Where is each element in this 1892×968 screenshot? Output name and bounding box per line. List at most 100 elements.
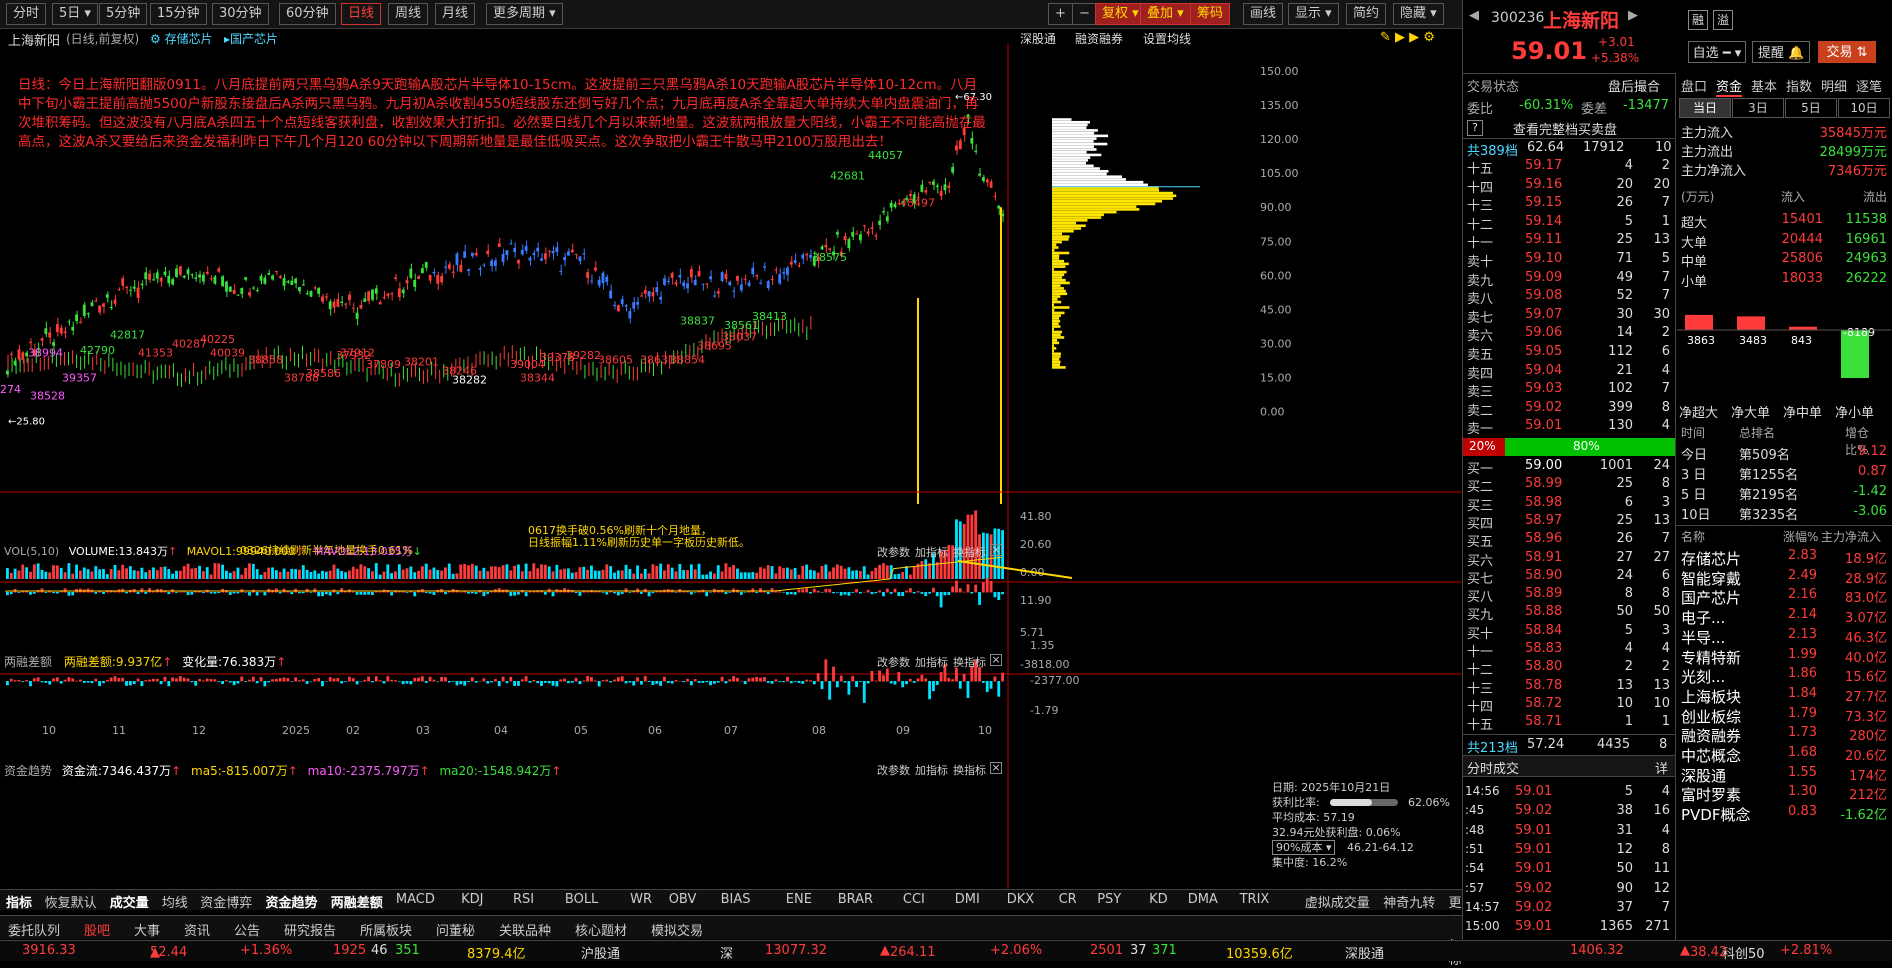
indicator-tab-18[interactable]: DKX bbox=[1007, 892, 1034, 907]
panel-btn-1-0[interactable]: 改参数 bbox=[877, 654, 910, 670]
ask-row[interactable]: 十一 59.11 25 13 bbox=[1463, 232, 1675, 251]
bid-row[interactable]: 十三 58.78 13 13 bbox=[1463, 678, 1675, 697]
period-tab-2[interactable]: 5日 bbox=[1785, 98, 1837, 118]
period-tab-8[interactable]: 月线 bbox=[435, 3, 476, 25]
ask-row[interactable]: 卖七 59.07 30 30 bbox=[1463, 307, 1675, 326]
fund-tab-4[interactable]: 明细 bbox=[1821, 76, 1847, 95]
sector-name[interactable]: 专精特新 bbox=[1681, 647, 1741, 668]
info-tab-7[interactable]: 问董秘 bbox=[436, 920, 475, 939]
period-tab-0[interactable]: 当日 bbox=[1679, 98, 1731, 118]
period-tab-5[interactable]: 60分钟 bbox=[279, 3, 336, 25]
bid-row[interactable]: 买八 58.89 8 8 bbox=[1463, 586, 1675, 605]
chip-cost-select[interactable]: 90%成本 ▾ bbox=[1272, 840, 1336, 855]
fund-tab-5[interactable]: 逐笔 bbox=[1856, 76, 1882, 95]
period-tab-1[interactable]: 5日 ▾ bbox=[52, 3, 98, 25]
indicator-tab-17[interactable]: DMI bbox=[955, 892, 980, 907]
close-icon[interactable]: × bbox=[990, 762, 1002, 774]
trade-button[interactable]: 交易 ⇅ bbox=[1818, 41, 1876, 63]
toolbar-btn-2[interactable]: 复权 ▾ bbox=[1095, 3, 1146, 25]
ask-row[interactable]: 十三 59.15 26 7 bbox=[1463, 195, 1675, 214]
sector-name[interactable]: 存储芯片 bbox=[1681, 548, 1741, 569]
indicator-tab-20[interactable]: PSY bbox=[1097, 892, 1121, 907]
bid-row[interactable]: 买四 58.97 25 13 bbox=[1463, 513, 1675, 532]
ask-row[interactable]: 卖九 59.09 49 7 bbox=[1463, 270, 1675, 289]
toolbar-btn-8[interactable]: 隐藏 ▾ bbox=[1393, 3, 1444, 25]
indicator-tab-1[interactable]: 恢复默认 bbox=[45, 892, 97, 911]
toolbar-btn-4[interactable]: 筹码 bbox=[1190, 3, 1231, 25]
bid-row[interactable]: 买九 58.88 50 50 bbox=[1463, 604, 1675, 623]
sector-name[interactable]: 创业板综 bbox=[1681, 706, 1741, 727]
bid-row[interactable]: 买三 58.98 6 3 bbox=[1463, 495, 1675, 514]
indicator-tab-19[interactable]: CR bbox=[1059, 892, 1077, 907]
info-tab-3[interactable]: 资讯 bbox=[184, 920, 210, 939]
sector-name[interactable]: PVDF概念 bbox=[1681, 804, 1751, 825]
indicator-tab-25[interactable]: 神奇九转 bbox=[1383, 892, 1435, 911]
info-tab-5[interactable]: 研究报告 bbox=[284, 920, 336, 939]
info-tab-2[interactable]: 大事 bbox=[134, 920, 160, 939]
ask-row[interactable]: 卖二 59.02 399 8 bbox=[1463, 400, 1675, 419]
indicator-tab-9[interactable]: RSI bbox=[513, 892, 534, 907]
period-tab-4[interactable]: 30分钟 bbox=[212, 3, 269, 25]
indicator-tab-7[interactable]: MACD bbox=[396, 892, 435, 907]
indicator-tab-23[interactable]: TRIX bbox=[1240, 892, 1270, 907]
bid-row[interactable]: 买六 58.91 27 27 bbox=[1463, 550, 1675, 569]
fund-tab-2[interactable]: 基本 bbox=[1751, 76, 1777, 95]
info-tab-10[interactable]: 模拟交易 bbox=[651, 920, 703, 939]
fund-tab-0[interactable]: 盘口 bbox=[1681, 76, 1707, 95]
panel-btn-0-0[interactable]: 改参数 bbox=[877, 544, 910, 560]
period-tab-6[interactable]: 日线 bbox=[341, 3, 382, 25]
indicator-tab-14[interactable]: ENE bbox=[786, 892, 812, 907]
indicator-tab-0[interactable]: 指标 bbox=[6, 892, 32, 911]
indicator-tab-6[interactable]: 两融差额 bbox=[331, 892, 383, 911]
toolbar-btn-5[interactable]: 画线 bbox=[1243, 3, 1284, 25]
info-tab-6[interactable]: 所属板块 bbox=[360, 920, 412, 939]
bid-row[interactable]: 十四 58.72 10 10 bbox=[1463, 696, 1675, 715]
ask-row[interactable]: 十二 59.14 5 1 bbox=[1463, 214, 1675, 233]
toolbar-btn-6[interactable]: 显示 ▾ bbox=[1288, 3, 1339, 25]
info-tab-0[interactable]: 委托队列 bbox=[8, 920, 60, 939]
fund-tab-3[interactable]: 指数 bbox=[1786, 76, 1812, 95]
info-tab-8[interactable]: 关联品种 bbox=[499, 920, 551, 939]
bid-row[interactable]: 买七 58.90 24 6 bbox=[1463, 568, 1675, 587]
indicator-tab-24[interactable]: 虚拟成交量 bbox=[1305, 892, 1370, 911]
indicator-tab-15[interactable]: BRAR bbox=[838, 892, 873, 907]
ask-row[interactable]: 卖六 59.06 14 2 bbox=[1463, 325, 1675, 344]
sector-name[interactable]: 智能穿戴 bbox=[1681, 568, 1741, 589]
indicator-tab-10[interactable]: BOLL bbox=[565, 892, 598, 907]
sector-name[interactable]: 上海板块 bbox=[1681, 686, 1741, 707]
ask-row[interactable]: 卖五 59.05 112 6 bbox=[1463, 344, 1675, 363]
indicator-tab-11[interactable]: WR bbox=[630, 892, 652, 907]
panel-btn-2-0[interactable]: 改参数 bbox=[877, 762, 910, 778]
panel-btn-2-2[interactable]: 换指标 bbox=[953, 762, 986, 778]
sector-name[interactable]: 电子... bbox=[1681, 607, 1725, 628]
sector-name[interactable]: 深股通 bbox=[1681, 765, 1726, 786]
indicator-tab-3[interactable]: 均线 bbox=[162, 892, 188, 911]
period-tab-1[interactable]: 3日 bbox=[1732, 98, 1784, 118]
indicator-tab-12[interactable]: OBV bbox=[669, 892, 697, 907]
indicator-tab-2[interactable]: 成交量 bbox=[110, 892, 149, 911]
ask-row[interactable]: 卖八 59.08 52 7 bbox=[1463, 288, 1675, 307]
indicator-tab-21[interactable]: KD bbox=[1149, 892, 1168, 907]
prev-stock-icon[interactable]: ◀ bbox=[1469, 8, 1479, 23]
indicator-tab-16[interactable]: CCI bbox=[903, 892, 925, 907]
panel-btn-1-1[interactable]: 加指标 bbox=[915, 654, 948, 670]
bid-row[interactable]: 十五 58.71 1 1 bbox=[1463, 714, 1675, 733]
info-tab-1[interactable]: 股吧 bbox=[84, 920, 110, 939]
bid-row[interactable]: 买五 58.96 26 7 bbox=[1463, 531, 1675, 550]
sector-name[interactable]: 融资融券 bbox=[1681, 725, 1741, 746]
info-tab-4[interactable]: 公告 bbox=[234, 920, 260, 939]
sector-name[interactable]: 富时罗素 bbox=[1681, 784, 1741, 805]
info-tab-9[interactable]: 核心题材 bbox=[575, 920, 627, 939]
hk-connect-sh[interactable]: 沪股通 bbox=[581, 943, 620, 962]
indicator-tab-5[interactable]: 资金趋势 bbox=[266, 892, 318, 911]
close-icon[interactable]: × bbox=[990, 544, 1002, 556]
close-icon[interactable]: × bbox=[990, 654, 1002, 666]
star50-label[interactable]: 科创50 bbox=[1722, 943, 1765, 962]
period-tab-0[interactable]: 分时 bbox=[6, 3, 47, 25]
ask-row[interactable]: 十四 59.16 20 20 bbox=[1463, 177, 1675, 196]
ask-row[interactable]: 卖四 59.04 21 4 bbox=[1463, 363, 1675, 382]
period-tab-3[interactable]: 15分钟 bbox=[150, 3, 207, 25]
chart-tools-icons[interactable]: ✎ ▶ ▶ ⚙ bbox=[1380, 30, 1435, 45]
toolbar-btn-1[interactable]: − bbox=[1072, 3, 1097, 25]
alert-button[interactable]: 提醒 🔔 bbox=[1752, 41, 1810, 63]
